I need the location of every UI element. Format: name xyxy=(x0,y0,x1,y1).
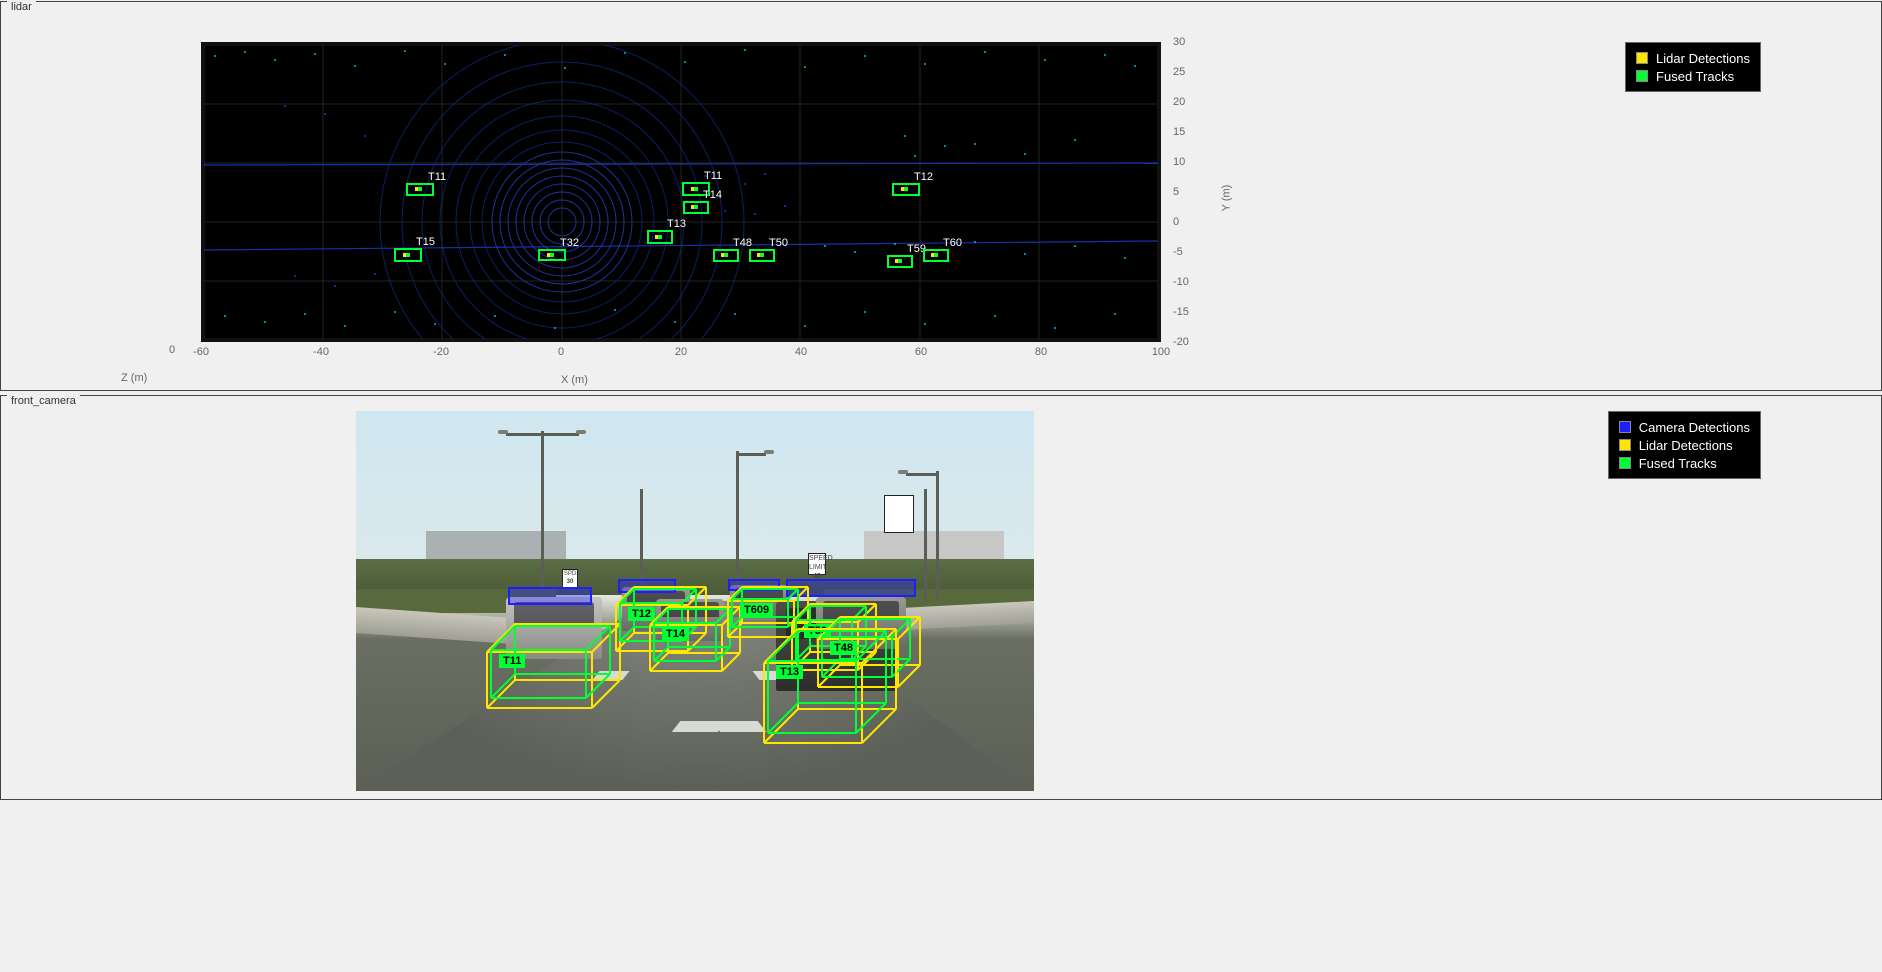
legend-label: Fused Tracks xyxy=(1656,69,1734,84)
light-pole xyxy=(541,431,544,603)
legend-entry[interactable]: Fused Tracks xyxy=(1619,454,1750,472)
fused-track-box[interactable] xyxy=(683,201,709,214)
lane-marking xyxy=(712,721,767,732)
camera-view[interactable]: SPEEDLIMIT40 SPD30 T11 T12 T14 T609 T50 T48 T1… xyxy=(356,411,1034,791)
track-label: T11 xyxy=(428,171,446,183)
track-label: T14 xyxy=(662,627,689,641)
camera-detection-box[interactable] xyxy=(618,579,676,593)
fused-track-box[interactable] xyxy=(713,249,739,262)
y-tick: -10 xyxy=(1173,276,1213,288)
x-tick: 60 xyxy=(901,346,941,358)
track-label: T50 xyxy=(804,624,831,638)
y-tick: 15 xyxy=(1173,126,1213,138)
light-pole xyxy=(936,471,939,601)
track-label: T11 xyxy=(499,654,525,668)
legend-swatch xyxy=(1636,52,1648,64)
x-axis-label: X (m) xyxy=(561,374,588,386)
fused-track-box[interactable] xyxy=(647,230,673,244)
track-label: T13 xyxy=(776,665,803,679)
legend-swatch xyxy=(1636,70,1648,82)
y-axis-label: Y (m) xyxy=(1220,185,1232,212)
track-label: T48 xyxy=(733,237,752,249)
camera-detection-box[interactable] xyxy=(728,579,780,591)
track-label: T14 xyxy=(703,189,722,201)
track-label: T50 xyxy=(769,237,788,249)
x-tick: 0 xyxy=(541,346,581,358)
z-axis-label: Z (m) xyxy=(121,372,147,384)
legend-entry[interactable]: Camera Detections xyxy=(1619,418,1750,436)
speed-limit-sign: SPD30 xyxy=(562,569,578,589)
y-tick: 5 xyxy=(1173,186,1213,198)
legend-swatch xyxy=(1619,439,1631,451)
fused-track-box[interactable] xyxy=(406,183,434,196)
lamp-icon xyxy=(898,470,908,474)
lamp-icon xyxy=(498,430,508,434)
track-label: T15 xyxy=(416,236,435,248)
y-tick: -5 xyxy=(1173,246,1213,258)
x-tick: -40 xyxy=(301,346,341,358)
lidar-legend[interactable]: Lidar Detections Fused Tracks xyxy=(1625,42,1761,92)
y-tick: 0 xyxy=(1173,216,1213,228)
fused-track-box[interactable] xyxy=(887,255,913,268)
fused-track-box[interactable] xyxy=(892,183,920,196)
camera-legend[interactable]: Camera Detections Lidar Detections Fused T… xyxy=(1608,411,1761,479)
fused-track-box[interactable] xyxy=(923,249,949,262)
lidar-panel: lidar xyxy=(0,1,1882,391)
legend-label: Lidar Detections xyxy=(1656,51,1750,66)
track-label: T609 xyxy=(740,603,773,617)
light-arm xyxy=(906,473,936,476)
y-tick: 25 xyxy=(1173,66,1213,78)
legend-label: Lidar Detections xyxy=(1639,438,1733,453)
light-arm xyxy=(541,433,579,436)
billboard-sign xyxy=(884,495,914,533)
camera-panel-title: front_camera xyxy=(7,395,80,407)
track-label: T32 xyxy=(560,237,579,249)
vehicle xyxy=(506,597,602,659)
camera-detection-box[interactable] xyxy=(786,579,916,597)
legend-entry[interactable]: Fused Tracks xyxy=(1636,67,1750,85)
lamp-icon xyxy=(764,450,774,454)
legend-swatch xyxy=(1619,457,1631,469)
y-tick: 30 xyxy=(1173,36,1213,48)
y-tick: 20 xyxy=(1173,96,1213,108)
light-arm xyxy=(736,453,766,456)
track-label: T48 xyxy=(830,641,857,655)
lidar-pointcloud-plot[interactable]: T11T12T13T14T15T11T32T48T50T59T60 xyxy=(201,42,1161,342)
x-tick: -20 xyxy=(421,346,461,358)
legend-label: Fused Tracks xyxy=(1639,456,1717,471)
flag-pole xyxy=(924,489,927,601)
x-tick: 20 xyxy=(661,346,701,358)
legend-label: Camera Detections xyxy=(1639,420,1750,435)
track-label: T11 xyxy=(704,170,722,182)
track-label: T60 xyxy=(943,237,962,249)
camera-detection-box[interactable] xyxy=(508,587,592,605)
x-tick: 40 xyxy=(781,346,821,358)
y-tick: -20 xyxy=(1173,336,1213,348)
y-tick: -15 xyxy=(1173,306,1213,318)
camera-panel: front_camera SPEEDLIMIT40 SPD30 xyxy=(0,395,1882,800)
fused-track-box[interactable] xyxy=(394,248,422,262)
fused-track-box[interactable] xyxy=(538,249,566,261)
track-label: T12 xyxy=(628,607,655,621)
legend-swatch xyxy=(1619,421,1631,433)
fused-track-box[interactable] xyxy=(749,249,775,262)
y-tick: 10 xyxy=(1173,156,1213,168)
track-label: T13 xyxy=(667,218,686,230)
track-label: T12 xyxy=(914,171,933,183)
x-tick: -60 xyxy=(181,346,221,358)
legend-entry[interactable]: Lidar Detections xyxy=(1619,436,1750,454)
legend-entry[interactable]: Lidar Detections xyxy=(1636,49,1750,67)
lidar-panel-title: lidar xyxy=(7,1,36,13)
speed-limit-sign: SPEEDLIMIT40 xyxy=(808,553,826,575)
lamp-icon xyxy=(576,430,586,434)
light-arm xyxy=(506,433,542,436)
z-tick: 0 xyxy=(169,344,175,356)
x-tick: 80 xyxy=(1021,346,1061,358)
